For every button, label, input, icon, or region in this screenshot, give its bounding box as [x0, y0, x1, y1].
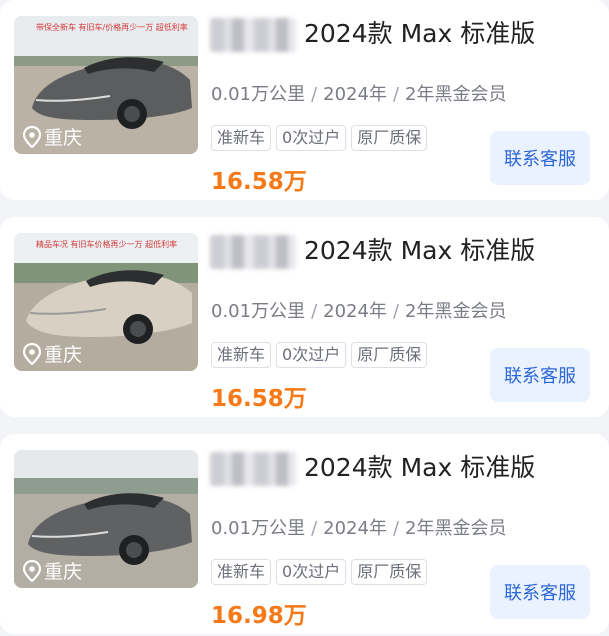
year: 2024年 — [323, 518, 387, 539]
year: 2024年 — [323, 301, 387, 322]
photo-promo-text: 精品车况 有旧车价格再少一万 超低利率 — [36, 240, 178, 249]
location-text: 重庆 — [44, 561, 83, 583]
price: 16.58万 — [211, 386, 307, 412]
tag: 0次过户 — [276, 559, 347, 585]
price: 16.58万 — [211, 169, 307, 195]
tag: 准新车 — [211, 125, 272, 151]
location-badge: 重庆 — [22, 340, 82, 367]
listing-list: 带保全新车 有旧车/价格再少一万 超低利率 重庆 2024款 Max 标准版 0… — [0, 0, 609, 636]
tag: 原厂质保 — [351, 342, 428, 368]
location-pin-icon — [22, 125, 42, 148]
price: 16.98万 — [211, 603, 307, 629]
meta-separator: / — [311, 518, 318, 539]
car-photo[interactable]: 重庆 — [14, 450, 198, 588]
listing-card[interactable]: 带保全新车 有旧车/价格再少一万 超低利率 重庆 2024款 Max 标准版 0… — [0, 0, 609, 200]
location-badge: 重庆 — [22, 123, 82, 150]
location-pin-icon — [22, 559, 42, 582]
mileage: 0.01万公里 — [211, 84, 306, 105]
contact-service-button[interactable]: 联系客服 — [490, 131, 590, 185]
tag: 0次过户 — [276, 342, 347, 368]
meta-separator: / — [311, 84, 318, 105]
meta-separator: / — [392, 84, 400, 105]
listing-card[interactable]: 精品车况 有旧车价格再少一万 超低利率 重庆 2024款 Max 标准版 0.0… — [0, 217, 609, 417]
location-pin-icon — [22, 342, 42, 365]
listing-title[interactable]: 2024款 Max 标准版 — [304, 231, 535, 267]
tag-list: 准新车 0次过户 原厂质保 — [211, 342, 428, 368]
contact-service-button[interactable]: 联系客服 — [490, 348, 590, 402]
tag-list: 准新车 0次过户 原厂质保 — [211, 559, 428, 585]
meta-separator: / — [392, 301, 400, 322]
tag: 原厂质保 — [351, 559, 428, 585]
mileage: 0.01万公里 — [211, 518, 306, 539]
location-text: 重庆 — [44, 127, 83, 149]
meta-separator: / — [392, 518, 400, 539]
tag: 原厂质保 — [351, 125, 428, 151]
listing-meta: 0.01万公里/2024年/2年黑金会员 — [211, 297, 507, 323]
car-photo[interactable]: 精品车况 有旧车价格再少一万 超低利率 重庆 — [14, 233, 198, 371]
tag: 准新车 — [211, 559, 272, 585]
car-photo[interactable]: 带保全新车 有旧车/价格再少一万 超低利率 重庆 — [14, 16, 198, 154]
membership: 2年黑金会员 — [405, 301, 507, 322]
listing-meta: 0.01万公里/2024年/2年黑金会员 — [211, 514, 507, 540]
location-text: 重庆 — [44, 344, 83, 366]
listing-card[interactable]: 重庆 2024款 Max 标准版 0.01万公里/2024年/2年黑金会员 准新… — [0, 434, 609, 634]
listing-title[interactable]: 2024款 Max 标准版 — [304, 14, 535, 50]
membership: 2年黑金会员 — [405, 518, 507, 539]
listing-meta: 0.01万公里/2024年/2年黑金会员 — [211, 80, 507, 106]
membership: 2年黑金会员 — [405, 84, 507, 105]
listing-title[interactable]: 2024款 Max 标准版 — [304, 448, 535, 484]
contact-service-button[interactable]: 联系客服 — [490, 565, 590, 619]
tag: 准新车 — [211, 342, 272, 368]
photo-promo-text: 带保全新车 有旧车/价格再少一万 超低利率 — [36, 23, 188, 32]
blurred-brand — [210, 18, 296, 52]
tag-list: 准新车 0次过户 原厂质保 — [211, 125, 428, 151]
mileage: 0.01万公里 — [211, 301, 306, 322]
blurred-brand — [210, 235, 296, 269]
blurred-brand — [210, 452, 296, 486]
meta-separator: / — [311, 301, 318, 322]
tag: 0次过户 — [276, 125, 347, 151]
year: 2024年 — [323, 84, 387, 105]
location-badge: 重庆 — [22, 557, 82, 584]
